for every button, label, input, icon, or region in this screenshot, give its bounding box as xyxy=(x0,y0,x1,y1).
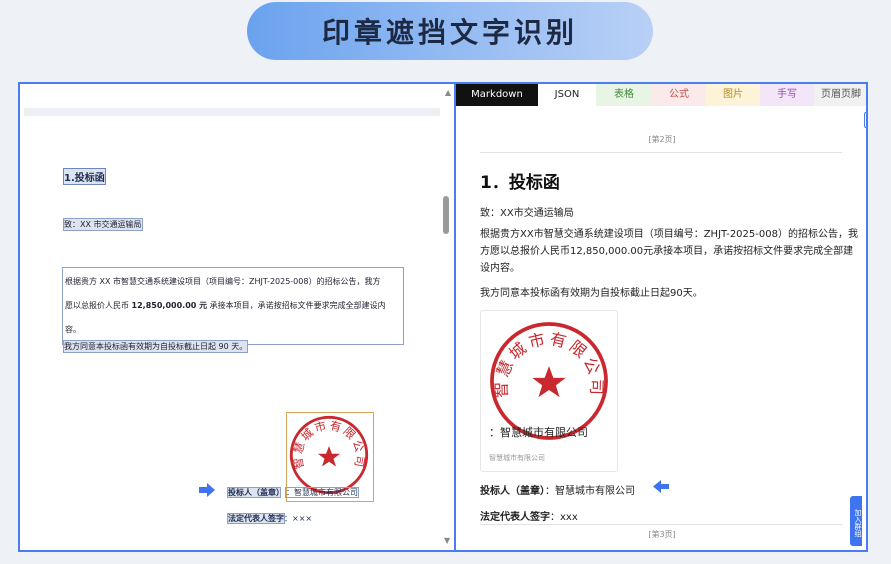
source-paragraph-line2-post: 承接本项目，承诺按招标文件要求完成全部建设内 xyxy=(207,301,386,310)
result-legal-line: 法定代表人签字：xxx xyxy=(480,508,578,523)
tab-markdown[interactable]: Markdown xyxy=(456,84,538,106)
source-addressee: 致：XX 市交通运输局 xyxy=(63,218,143,231)
seal-recognized-text: ：智慧城市有限公司 xyxy=(489,426,588,439)
tab-json[interactable]: JSON xyxy=(538,84,596,106)
banner-title: 印章遮挡文字识别 xyxy=(247,2,653,60)
source-document-pane: ▲ ▼ 1.投标函 致：XX 市交通运输局 根据贵方 XX 市智慧交通系统建设项… xyxy=(20,84,454,550)
page-marker-2: [第2页] xyxy=(648,135,676,144)
source-bidder-line: 投标人（盖章） ：智慧城市有限公司 xyxy=(227,487,359,498)
result-legal-value: ：xxx xyxy=(550,512,578,523)
arrow-left-icon xyxy=(653,480,669,493)
page-separator-2 xyxy=(480,524,842,525)
result-pane: Markdown JSON 表格 公式 图片 手写 页眉页脚 [第2页] 1．投… xyxy=(456,84,866,550)
source-paragraph-amount: 12,850,000.00 元 xyxy=(131,301,208,310)
result-paragraph: 根据贵方XX市智慧交通系统建设项目（项目编号：ZHJT-2025-008）的招标… xyxy=(480,229,858,274)
seal-caption: 智慧城市有限公司 xyxy=(489,454,545,462)
tab-table[interactable]: 表格 xyxy=(596,84,652,106)
page-separator xyxy=(480,152,842,153)
viewer-frame: ▲ ▼ 1.投标函 致：XX 市交通运输局 根据贵方 XX 市智慧交通系统建设项… xyxy=(18,82,868,552)
source-legal-line: 法定代表人签字：××× xyxy=(227,513,313,524)
company-seal-stamp: 智慧城市有限公司 xyxy=(289,415,369,495)
source-bidder-label: 投标人（盖章） xyxy=(227,487,281,498)
page-top-strip xyxy=(24,108,440,116)
result-bidder-label: 投标人（盖章） xyxy=(480,486,545,497)
source-paragraph-line3: 容。 xyxy=(65,325,81,334)
source-legal-value: ：××× xyxy=(284,514,313,523)
result-addressee: 致：XX市交通运输局 xyxy=(480,208,574,219)
result-validity: 我方同意本投标函有效期为自投标截止日起90天。 xyxy=(480,288,703,299)
result-legal-label: 法定代表人签字 xyxy=(480,512,550,523)
source-paragraph-line2-pre: 愿以总报价人民币 xyxy=(65,301,132,310)
seal-image-card[interactable]: 智慧城市有限公司 ：智慧城市有限公司 智慧城市有限公司 xyxy=(480,310,618,472)
result-heading: 1．投标函 xyxy=(480,173,560,193)
scroll-indicator-icon[interactable] xyxy=(864,112,866,128)
source-heading: 1.投标函 xyxy=(63,168,106,185)
tab-formula[interactable]: 公式 xyxy=(652,84,706,106)
join-group-button[interactable]: 加入群组 xyxy=(850,496,862,546)
tab-handwriting[interactable]: 手写 xyxy=(760,84,814,106)
source-bidder-value: ：智慧城市有限公司 xyxy=(285,487,359,498)
arrow-right-icon xyxy=(199,483,215,497)
scrollbar-thumb[interactable] xyxy=(443,196,449,234)
result-bidder-value: ：智慧城市有限公司 xyxy=(545,486,635,497)
result-tabs: Markdown JSON 表格 公式 图片 手写 页眉页脚 xyxy=(456,84,866,106)
result-bidder-line: 投标人（盖章）：智慧城市有限公司 xyxy=(480,482,635,497)
scroll-down-icon[interactable]: ▼ xyxy=(444,536,450,545)
svg-text:智慧城市有限公司: 智慧城市有限公司 xyxy=(290,418,367,470)
source-paragraph: 根据贵方 XX 市智慧交通系统建设项目（项目编号：ZHJT-2025-008）的… xyxy=(62,267,404,345)
page-marker-3: [第3页] xyxy=(648,530,676,539)
tab-image[interactable]: 图片 xyxy=(706,84,760,106)
source-paragraph-line1: 根据贵方 XX 市智慧交通系统建设项目（项目编号：ZHJT-2025-008）的… xyxy=(65,277,381,286)
scroll-up-icon[interactable]: ▲ xyxy=(445,88,451,97)
source-validity: 我方同意本投标函有效期为自投标截止日起 90 天。 xyxy=(62,340,249,353)
source-legal-label: 法定代表人签字 xyxy=(227,513,285,524)
tab-header-footer[interactable]: 页眉页脚 xyxy=(814,84,866,106)
